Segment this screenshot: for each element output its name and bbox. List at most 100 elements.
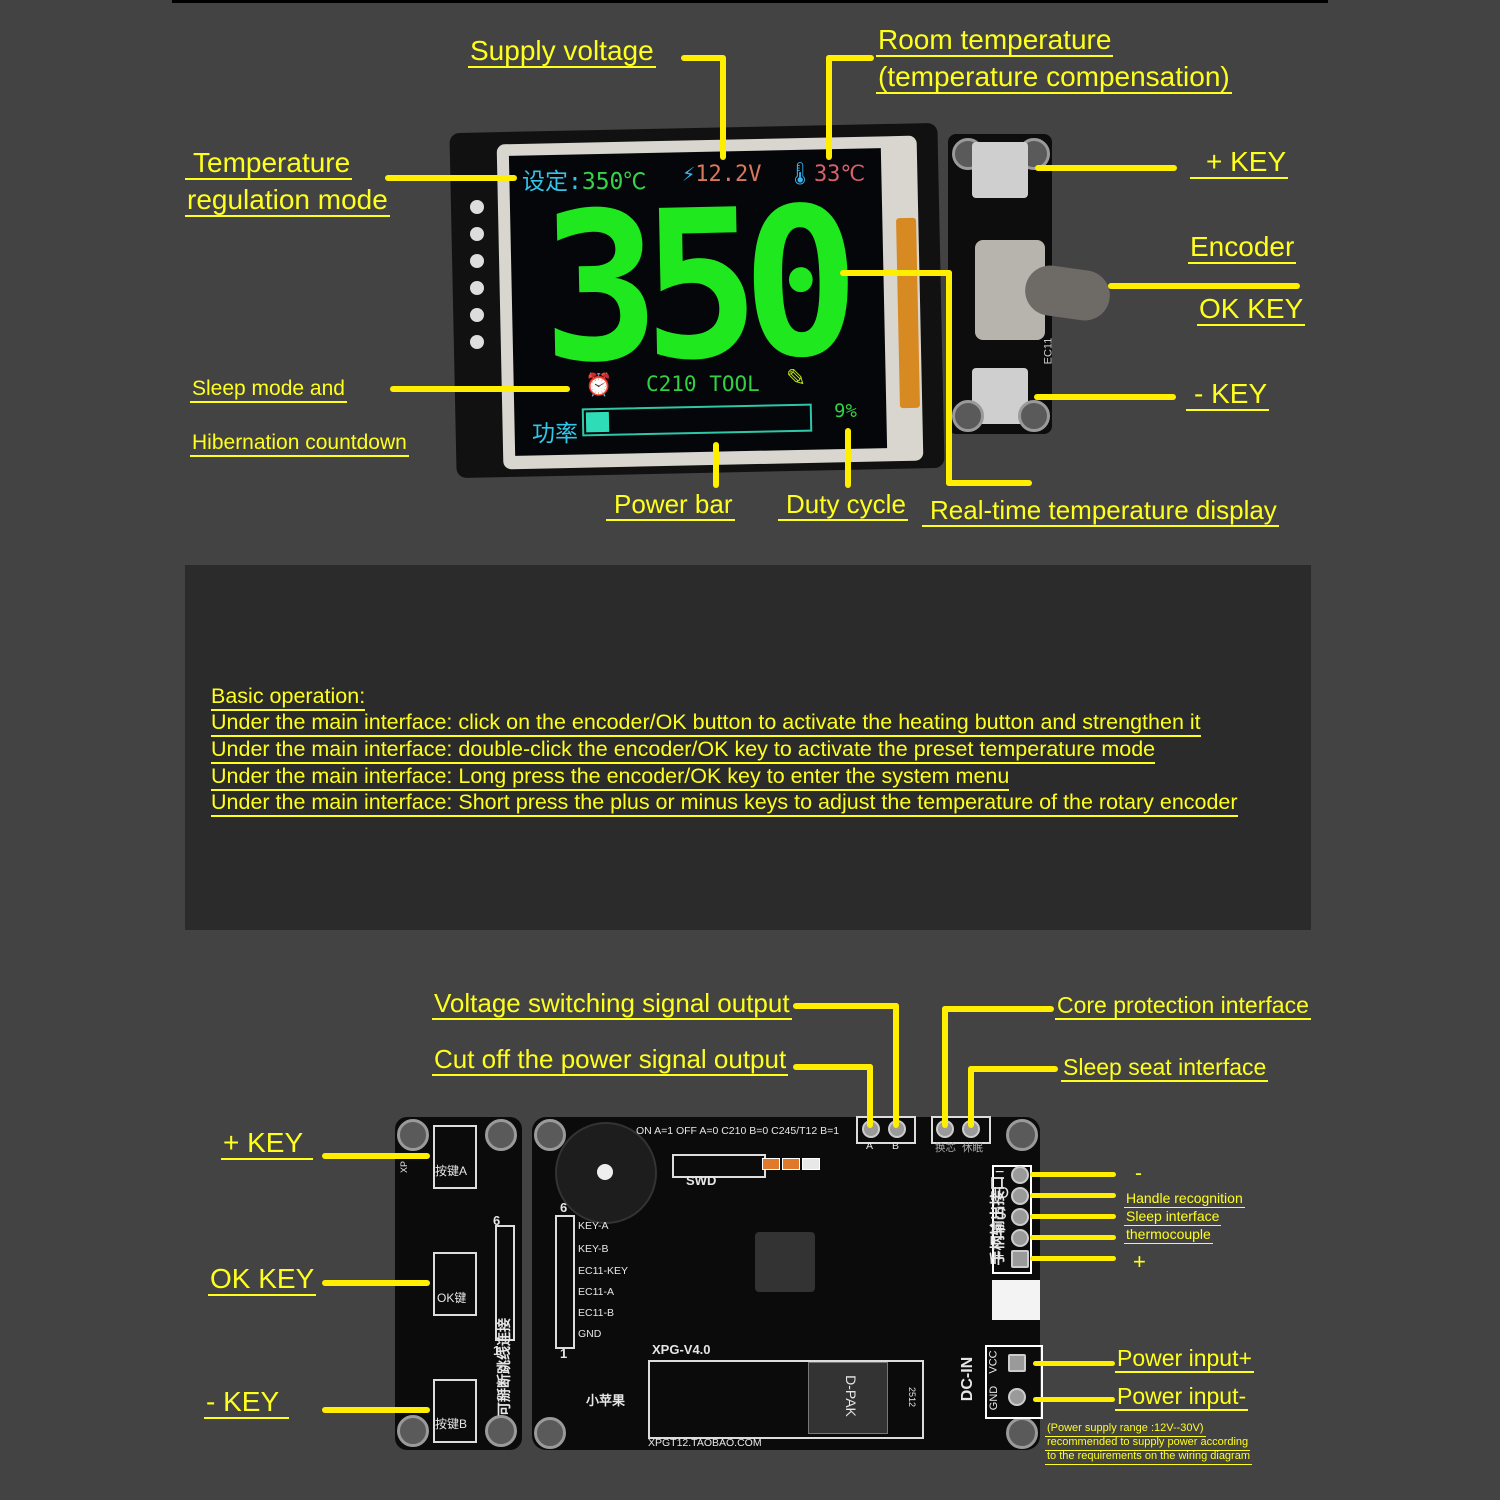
label-regulation-mode: regulation mode [185,185,390,218]
label-sleep-seat: Sleep seat interface [1061,1055,1269,1083]
info-line: Under the main interface: Short press th… [211,790,1238,817]
label-handle-minus: - [1135,1162,1142,1185]
leader-line [385,175,517,181]
mcu-chip [755,1232,815,1292]
key-b-switch[interactable] [433,1379,477,1443]
swd-silk: SWD [686,1173,717,1188]
resistor-silk: 2512 [907,1386,918,1408]
tool-name: C210 TOOL [646,372,760,396]
label-hibernation: Hibernation countdown [190,431,409,458]
buzzer [555,1122,657,1224]
header-pin-label: GND [578,1328,602,1340]
label-minus-key-bottom: - KEY [204,1387,290,1420]
leader-line [942,1006,1054,1012]
handle-pad[interactable] [1011,1229,1029,1247]
handle-pad[interactable] [1011,1166,1029,1184]
leader-line [1030,1172,1116,1177]
leader-line [713,442,719,488]
info-line: Under the main interface: click on the e… [211,710,1201,737]
label-sleep-interface: Sleep interface [1124,1208,1222,1226]
power-bar-fill [585,411,609,433]
handle-pad[interactable] [1011,1250,1029,1268]
lcd-header-pins [470,200,484,362]
handle-pin-label: T [996,1227,1006,1244]
leader-line [720,55,726,160]
vcc-pad[interactable] [1008,1354,1026,1372]
leader-line [845,428,851,488]
leader-line [1030,1193,1116,1198]
power-note-line: recommended to supply power according [1045,1436,1251,1451]
ok-key-switch[interactable] [433,1252,477,1316]
dpak-silk: D-PAK [842,1375,859,1417]
label-temperature-compensation: (temperature compensation) [876,62,1232,95]
label-voltage-switching: Voltage switching signal output [432,989,792,1021]
label-handle-recognition: Handle recognition [1124,1190,1245,1208]
leader-line [942,1006,948,1128]
label-encoder: Encoder [1188,232,1297,265]
label-temperature: Temperature [185,148,353,181]
power-note-line: to the requirements on the wiring diagra… [1045,1450,1252,1465]
dc-in-silk: DC-IN [959,1356,977,1402]
plus-key-switch[interactable] [972,142,1028,198]
label-duty-cycle: Duty cycle [778,490,908,522]
soldering-iron-icon: ✎ [786,365,807,392]
leader-line [390,386,570,392]
smd-part [802,1158,820,1170]
jumper-info-silk: ON A=1 OFF A=0 C210 B=0 C245/T12 B=1 [636,1125,840,1137]
leader-line [946,480,1032,486]
mount-hole [534,1417,566,1449]
mount-hole [1018,400,1050,432]
pin-header-right [555,1215,575,1349]
leader-line [1034,394,1176,400]
leader-line [946,270,952,486]
mount-hole [1006,1119,1038,1151]
leader-line [1030,1256,1116,1261]
flex-cable [896,217,920,409]
label-room-temperature: Room temperature [876,25,1114,58]
leader-line [1033,1361,1115,1366]
handle-pad[interactable] [1011,1187,1029,1205]
encoder-silk: EC11 [1042,337,1055,365]
handle-pin-label: − [995,1164,1005,1181]
header-pin-label: EC11-B [578,1307,614,1319]
top-border [172,0,1328,3]
leader-line [1035,165,1177,171]
leader-line [826,55,832,160]
smd-part [782,1158,800,1170]
sleep-silk: 休眠 [962,1142,983,1154]
leader-line [1030,1214,1116,1219]
breakable-silk: 可掰断跳线连接 [496,1318,512,1416]
connector-housing [992,1280,1040,1320]
handle-pad[interactable] [1011,1208,1029,1226]
leader-line [826,55,874,61]
leader-line [322,1280,430,1286]
logo-silk: 小苹果 [586,1393,626,1408]
label-plus-key: + KEY [1190,147,1289,180]
info-line: Under the main interface: Long press the… [211,764,1010,791]
key-b-silk: 按键B [435,1417,468,1431]
label-handle-plus: + [1133,1249,1146,1274]
label-sleep-mode: Sleep mode and [190,377,347,404]
label-realtime-temp: Real-time temperature display [922,496,1279,528]
xp-silk: XP [399,1160,410,1174]
gnd-pad[interactable] [1008,1388,1026,1406]
leader-line [1033,1397,1115,1402]
header-num-top: 6 [560,1200,568,1215]
mount-hole [485,1415,517,1447]
handle-pin-label: S [996,1206,1007,1223]
power-label: 功率 [532,420,578,446]
header-num-top: 6 [493,1213,501,1228]
label-core-protection: Core protection interface [1055,993,1311,1021]
leader-line [793,1003,899,1009]
current-temperature: 350 [539,164,845,409]
leader-line [893,1003,899,1128]
gnd-silk: GND [988,1385,1001,1411]
key-a-switch[interactable] [433,1125,477,1189]
smd-part [762,1158,780,1170]
duty-cycle-value: 9% [834,400,857,422]
website-silk: XPGT12.TAOBAO.COM [648,1437,762,1449]
mount-hole [1006,1417,1038,1449]
mount-hole [485,1119,517,1151]
info-title: Basic operation: [211,684,366,711]
label-ok-key-bottom: OK KEY [208,1264,317,1297]
